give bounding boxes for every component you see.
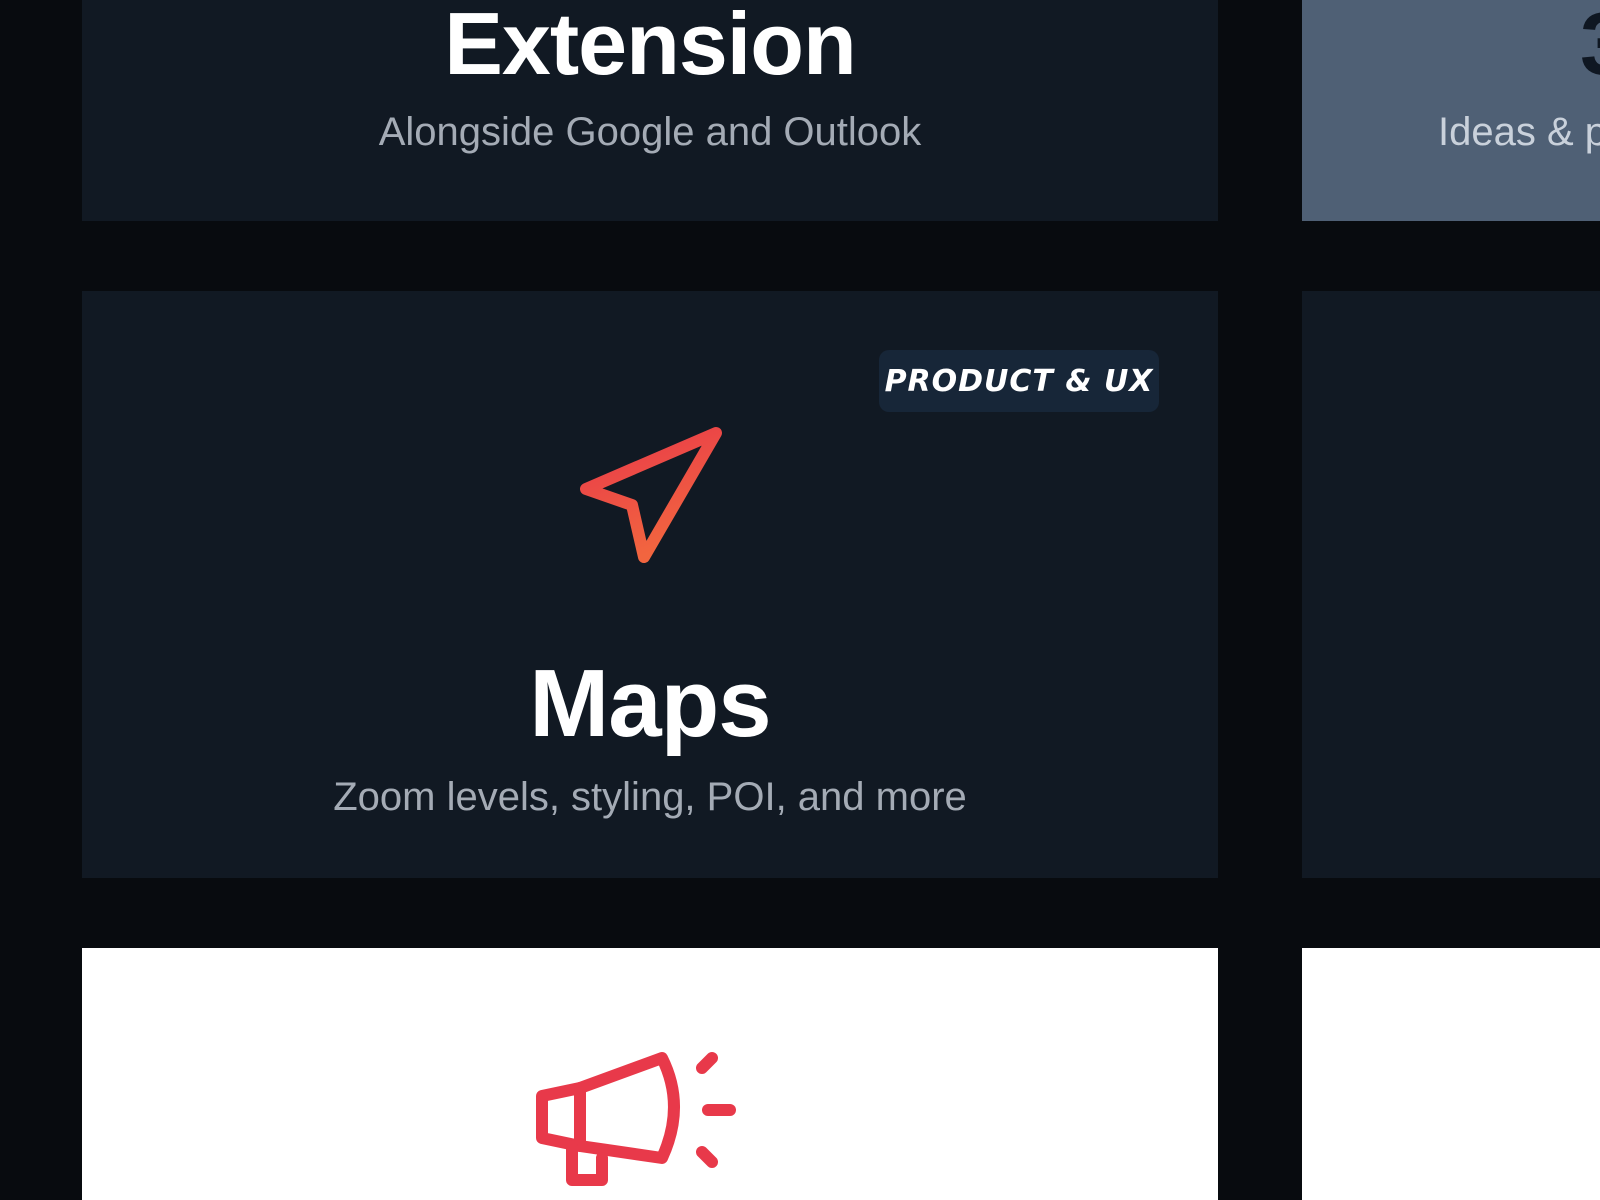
extension-card-title: Extension [444,0,857,93]
megaphone-icon [536,1052,736,1186]
extension-card[interactable]: Extension Alongside Google and Outlook [82,0,1218,221]
right-bottom-card[interactable] [1302,948,1600,1200]
ideas-card[interactable]: 3 Ideas & p [1302,0,1600,221]
navigation-arrow-icon [580,427,722,563]
announcement-card[interactable] [82,948,1218,1200]
product-ux-badge: PRODUCT & UX [879,350,1159,412]
ideas-card-subtitle-fragment: Ideas & p [1438,110,1600,154]
right-middle-card[interactable] [1302,291,1600,878]
maps-card[interactable]: PRODUCT & UX Maps Zoom levels, styling, … [82,291,1218,878]
page: Extension Alongside Google and Outlook 3… [0,0,1600,1200]
maps-card-subtitle: Zoom levels, styling, POI, and more [333,775,967,819]
ideas-card-title-fragment: 3 [1580,0,1600,94]
extension-card-subtitle: Alongside Google and Outlook [378,110,922,154]
maps-card-title: Maps [529,650,771,757]
